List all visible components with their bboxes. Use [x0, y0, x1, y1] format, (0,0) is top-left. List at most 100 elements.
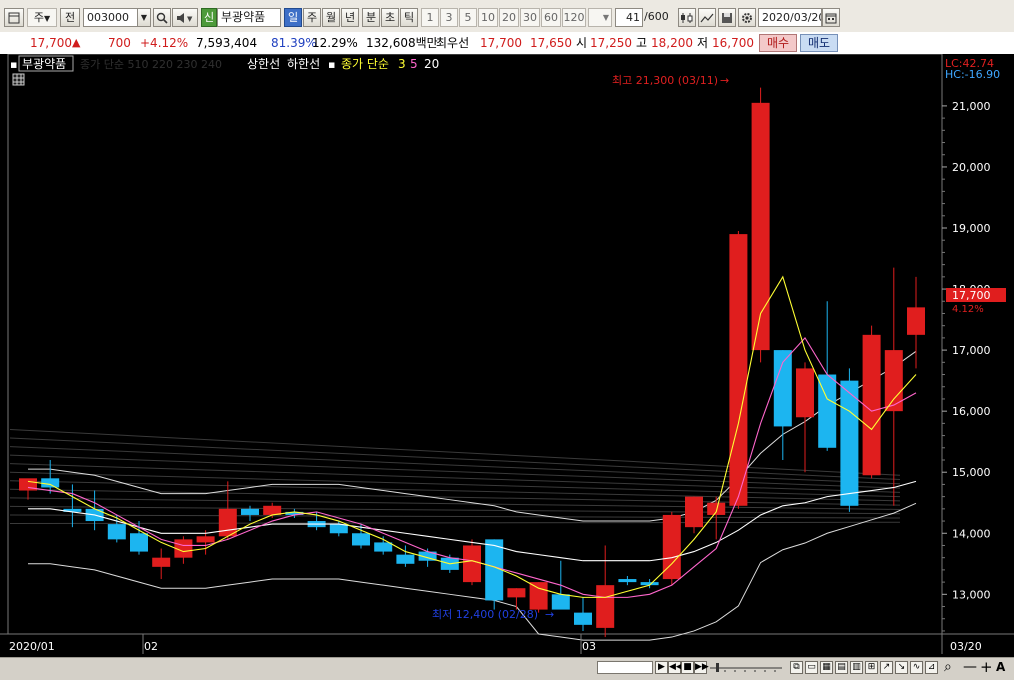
- stop-icon[interactable]: ■: [681, 661, 694, 674]
- period-unit-value: 주: [33, 11, 44, 24]
- gear-icon[interactable]: [738, 8, 756, 27]
- line-chart-icon[interactable]: [698, 8, 716, 27]
- price-chart[interactable]: 13,00014,00015,00016,00017,00018,00019,0…: [0, 54, 1014, 657]
- scroll-last-icon[interactable]: ▶▶: [694, 661, 709, 674]
- zoom-in-icon[interactable]: +: [980, 658, 993, 676]
- quote-bar: 17,700 ▲ 700 +4.12% 7,593,404 81.39% 12.…: [0, 32, 1014, 55]
- y-tick-label: 17,000: [952, 344, 991, 357]
- legend-stock-name: 부광약품: [22, 56, 66, 71]
- up-triangle-icon: ▲: [72, 36, 81, 49]
- x-label: 03: [582, 640, 596, 653]
- trade-amount: 132,608백만: [366, 36, 438, 50]
- zoom-out-icon[interactable]: —: [963, 659, 977, 675]
- tab-second[interactable]: 초: [381, 8, 399, 27]
- buy-button[interactable]: 매수: [759, 34, 797, 52]
- y-tick-label: 13,000: [952, 588, 991, 601]
- trend-up-icon[interactable]: ↗: [880, 661, 893, 674]
- candle-body: [796, 368, 814, 418]
- table-icon[interactable]: ▤: [835, 661, 848, 674]
- volume-ratio: 81.39%: [271, 36, 317, 50]
- legend-ma5-period: 5: [410, 57, 418, 71]
- save-icon[interactable]: [718, 8, 736, 27]
- copy-icon[interactable]: ⧉: [790, 661, 803, 674]
- zoom-slider[interactable]: [710, 662, 782, 673]
- tab-tick[interactable]: 틱: [400, 8, 418, 27]
- candle-body: [551, 594, 570, 610]
- calendar-icon[interactable]: [822, 8, 840, 27]
- price-change-pct: +4.12%: [140, 36, 189, 50]
- scroll-track[interactable]: [597, 661, 653, 674]
- candle-body: [374, 542, 393, 552]
- legend-limit-up: 상한선: [247, 57, 280, 71]
- font-size-icon[interactable]: A: [996, 660, 1005, 674]
- candle-body: [152, 557, 171, 567]
- legend-hidden-ma: 종가 단순 510 220 230 240: [80, 58, 222, 71]
- tab-minute[interactable]: 분: [362, 8, 380, 27]
- stock-name-field[interactable]: 부광약품: [217, 8, 281, 27]
- low-price: 16,700: [712, 36, 754, 50]
- legend-bullet-2: ▪: [328, 58, 335, 71]
- candle-count-max: /600: [644, 10, 669, 23]
- low-label: 저: [697, 36, 709, 50]
- interval-10[interactable]: 10: [478, 8, 498, 27]
- best-ask: 17,700: [480, 36, 522, 50]
- zoom-search-icon[interactable]: ⌕: [944, 659, 952, 675]
- candle-body: [685, 496, 703, 528]
- band-line: [9, 514, 901, 519]
- candle-body: [218, 508, 237, 537]
- indicator-icon[interactable]: ⊞: [865, 661, 878, 674]
- prev-button[interactable]: 전: [60, 8, 80, 27]
- candle-body: [41, 478, 60, 488]
- trend-down-icon[interactable]: ↘: [895, 661, 908, 674]
- chart-scroll-bar: ▶ ◀◀ ■ ▶▶ ⧉ ▭ ▦ ▤ ▥ ⊞ ↗ ↘ ∿ ⊿ ⌕ — + A: [0, 657, 1014, 680]
- tab-period-month[interactable]: 월: [322, 8, 340, 27]
- grid-icon[interactable]: ▦: [820, 661, 833, 674]
- search-icon[interactable]: [153, 8, 171, 27]
- scroll-right-icon[interactable]: ▶: [655, 661, 668, 674]
- chart-window: 주▼ 전 003000 ▼ ▼ 신 부광약품 일 주 월 년 분 초 틱 1 3…: [0, 0, 1014, 680]
- arrow-right-icon: →: [545, 608, 554, 621]
- window-menu-icon[interactable]: [4, 8, 24, 27]
- candle-style-icon[interactable]: [678, 8, 696, 27]
- tab-period-week[interactable]: 주: [303, 8, 321, 27]
- chevron-down-icon: ▼: [602, 13, 609, 22]
- candle-body: [618, 579, 637, 583]
- candle-body: [862, 334, 881, 476]
- interval-60[interactable]: 60: [541, 8, 561, 27]
- code-dropdown-chevron-icon[interactable]: ▼: [137, 8, 151, 27]
- tab-period-year[interactable]: 년: [341, 8, 359, 27]
- band-line: [9, 480, 901, 502]
- scale-icon[interactable]: ⊿: [925, 661, 938, 674]
- candle-count-input[interactable]: 41: [615, 8, 643, 27]
- candle-body: [507, 588, 526, 598]
- legend-ma2-label: 종가 단순: [341, 57, 389, 71]
- hc-value: HC:-16.90: [945, 68, 1000, 81]
- interval-120[interactable]: 120: [562, 8, 586, 27]
- sell-button[interactable]: 매도: [800, 34, 838, 52]
- y-tick-label: 19,000: [952, 222, 991, 235]
- candle-body: [840, 380, 859, 506]
- interval-5[interactable]: 5: [459, 8, 477, 27]
- open-label: 시: [576, 36, 588, 50]
- candle-body: [907, 307, 925, 335]
- speaker-icon[interactable]: ▼: [172, 8, 198, 27]
- bar-chart-icon[interactable]: ▥: [850, 661, 863, 674]
- candle-body: [196, 536, 215, 543]
- tab-period-day[interactable]: 일: [284, 8, 302, 27]
- stock-code-input[interactable]: 003000: [83, 8, 138, 27]
- window-icon[interactable]: ▭: [805, 661, 818, 674]
- grid-table-icon[interactable]: [12, 73, 25, 86]
- interval-1[interactable]: 1: [421, 8, 439, 27]
- curve-icon[interactable]: ∿: [910, 661, 923, 674]
- scroll-first-icon[interactable]: ◀◀: [668, 661, 683, 674]
- interval-30[interactable]: 30: [520, 8, 540, 27]
- interval-custom-select[interactable]: ▼: [588, 8, 612, 27]
- date-input[interactable]: 2020/03/20: [758, 8, 822, 27]
- interval-3[interactable]: 3: [440, 8, 458, 27]
- period-unit-select[interactable]: 주▼: [27, 8, 57, 27]
- arrow-right-icon: →: [720, 74, 729, 87]
- band-line: [9, 521, 901, 524]
- open-price: 17,250: [590, 36, 632, 50]
- svg-text:▼: ▼: [187, 15, 193, 23]
- interval-20[interactable]: 20: [499, 8, 519, 27]
